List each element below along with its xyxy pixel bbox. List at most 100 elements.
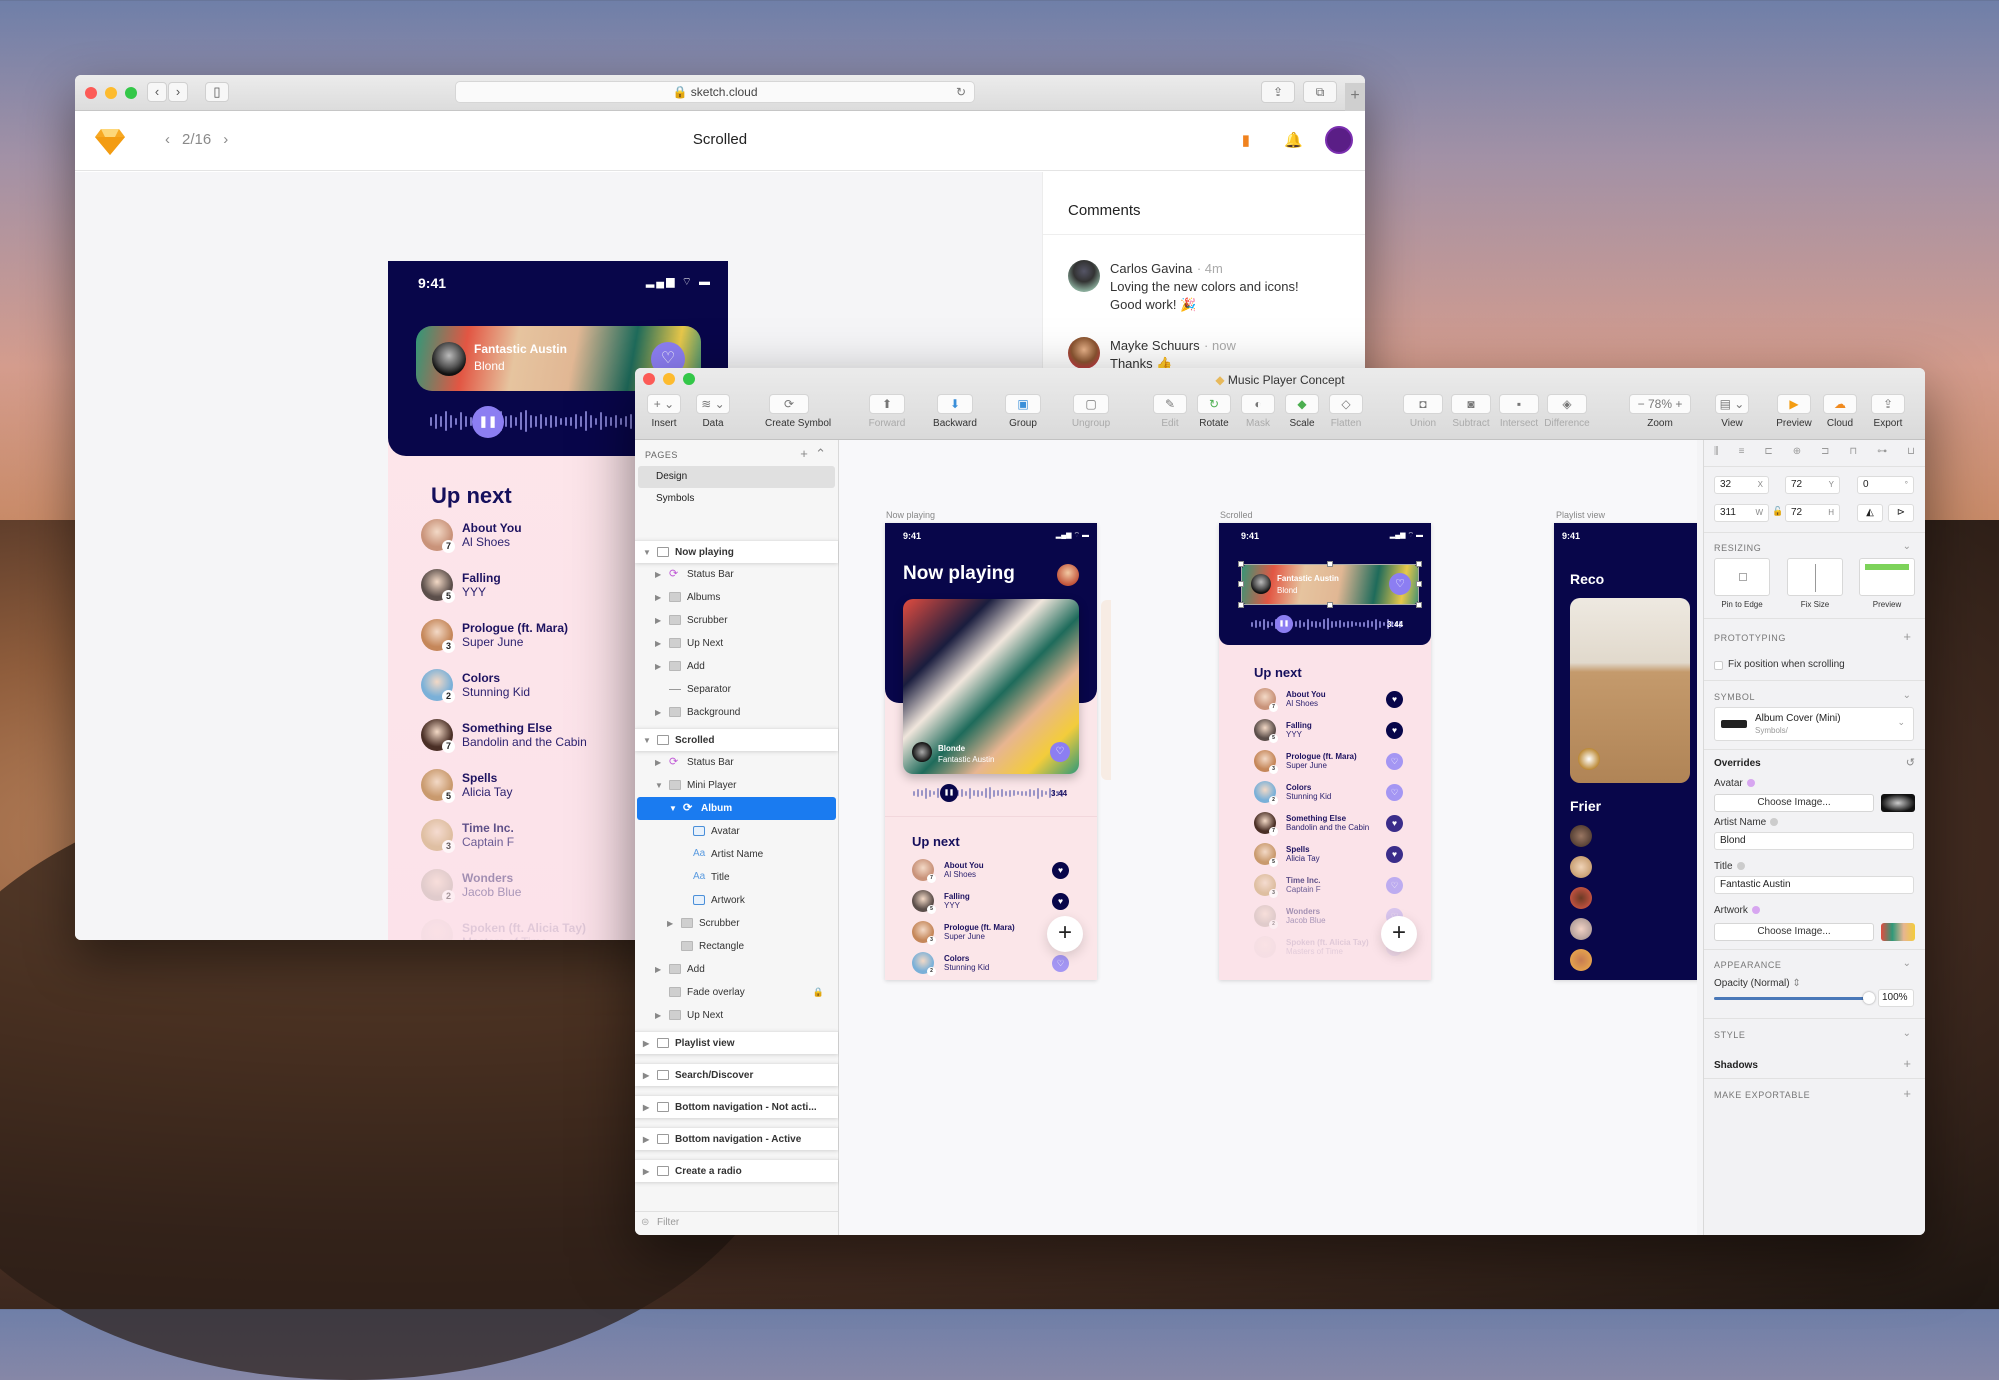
layer-row[interactable]: ▼ Mini Player xyxy=(635,774,838,797)
toolbar-flatten-button[interactable]: ◇ Flatten xyxy=(1325,394,1367,429)
resize-handle[interactable] xyxy=(1416,602,1422,608)
align-right-icon[interactable]: ⊐ xyxy=(1821,446,1829,457)
back-button[interactable]: ‹ xyxy=(147,82,167,102)
close-button[interactable] xyxy=(85,87,97,99)
like-heart-button[interactable]: ♡ xyxy=(1386,783,1403,801)
up-next-track[interactable]: 7 About You Al Shoes xyxy=(421,519,522,553)
align-top-icon[interactable]: ⊓ xyxy=(1849,446,1857,457)
disclosure-collapsed-icon[interactable]: ▶ xyxy=(655,701,661,724)
layer-row[interactable]: ▼ Scrolled xyxy=(635,728,838,751)
layer-row[interactable]: ▶ ⟳ Status Bar xyxy=(635,563,838,586)
add-prototyping-icon[interactable]: + xyxy=(1903,629,1911,644)
artist-name-input[interactable]: Blond xyxy=(1714,832,1914,850)
friend-avatar[interactable] xyxy=(1570,918,1592,940)
toolbar-zoom-button[interactable]: − 78% + Zoom xyxy=(1625,394,1695,429)
width-field[interactable]: 311 W xyxy=(1714,504,1769,522)
title-input[interactable]: Fantastic Austin xyxy=(1714,876,1914,894)
flip-horizontal-button[interactable]: ◭ xyxy=(1857,504,1883,522)
artboard-label-playlist[interactable]: Playlist view xyxy=(1556,510,1605,520)
flip-vertical-button[interactable]: ⊳ xyxy=(1888,504,1914,522)
forward-button[interactable]: › xyxy=(168,82,188,102)
resize-handle[interactable] xyxy=(1416,561,1422,567)
disclosure-collapsed-icon[interactable]: ▶ xyxy=(655,1004,661,1027)
toolbar-create-symbol-button[interactable]: ⟳ Create Symbol xyxy=(765,394,831,429)
liked-heart-button[interactable]: ♥ xyxy=(1386,721,1403,739)
reload-icon[interactable]: ↻ xyxy=(956,82,966,102)
disclosure-collapsed-icon[interactable]: ▶ xyxy=(655,609,661,632)
distribute-vertical-icon[interactable]: ≡ xyxy=(1739,446,1745,457)
toolbar-subtract-button[interactable]: ◙ Subtract xyxy=(1447,394,1495,429)
layer-row[interactable]: ▶ Bottom navigation - Active xyxy=(635,1127,838,1150)
disclosure-expanded-icon[interactable]: ▼ xyxy=(669,797,677,820)
toolbar-export-button[interactable]: ⇪ Export xyxy=(1867,394,1909,429)
up-next-track[interactable]: 5 Spells Alicia Tay xyxy=(421,769,512,803)
artboard-playlist-view[interactable]: 9:41 Reco Frier xyxy=(1554,523,1697,980)
toolbar-forward-button[interactable]: ⬆ Forward xyxy=(865,394,909,429)
maximize-button[interactable] xyxy=(125,87,137,99)
align-middle-icon[interactable]: ⊶ xyxy=(1877,446,1887,457)
like-heart-button[interactable]: ♡ xyxy=(1386,876,1403,894)
like-heart-button[interactable]: ♡ xyxy=(1386,752,1403,770)
add-page-icon[interactable]: + xyxy=(800,446,808,461)
distribute-horizontal-icon[interactable]: ⫼ xyxy=(1714,446,1719,457)
up-next-track[interactable]: 7 About You Al Shoes xyxy=(912,859,984,883)
pin-to-edge-control[interactable] xyxy=(1714,558,1770,596)
layer-row[interactable]: ▶ Create a radio xyxy=(635,1159,838,1182)
toolbar-rotate-button[interactable]: ↻ Rotate xyxy=(1193,394,1235,429)
waveform-scrubber[interactable] xyxy=(913,786,1063,800)
toolbar-scale-button[interactable]: ◆ Scale xyxy=(1281,394,1323,429)
up-next-track[interactable]: Spoken (ft. Alicia Tay)Masters of Time xyxy=(1254,936,1369,958)
layer-row[interactable]: Separator xyxy=(635,678,838,701)
layer-row[interactable]: Fade overlay 🔒 xyxy=(635,981,838,1004)
address-bar[interactable]: 🔒 sketch.cloud ↻ xyxy=(455,81,975,103)
toolbar-intersect-button[interactable]: ▪ Intersect xyxy=(1495,394,1543,429)
sidebar-toggle-button[interactable]: ▯ xyxy=(205,82,229,102)
liked-heart-button[interactable]: ♥ xyxy=(1386,814,1403,832)
layer-row[interactable]: Aa Title xyxy=(635,866,838,889)
add-shadow-icon[interactable]: + xyxy=(1903,1056,1911,1071)
opacity-slider-knob[interactable] xyxy=(1863,992,1875,1004)
liked-heart-button[interactable]: ♥ xyxy=(1052,861,1069,879)
liked-heart-button[interactable]: ♥ xyxy=(1386,845,1403,863)
layer-row[interactable]: Avatar xyxy=(635,820,838,843)
resize-handle[interactable] xyxy=(1327,561,1333,567)
up-next-track[interactable]: 2 Wonders Jacob Blue xyxy=(421,869,521,903)
opacity-slider[interactable] xyxy=(1714,992,1875,1004)
disclosure-collapsed-icon[interactable]: ▶ xyxy=(655,958,661,981)
liked-heart-button[interactable]: ♥ xyxy=(1386,690,1403,708)
artboard-scrolled[interactable]: 9:41 ▂▄▆ ⌔ ▬ Fantastic Austin Blond ♡ ❚❚… xyxy=(1219,523,1431,980)
disclosure-collapsed-icon[interactable]: ▶ xyxy=(655,632,661,655)
add-button[interactable]: + xyxy=(1047,916,1083,952)
up-next-track[interactable]: 7 Something Else Bandolin and the Cabin xyxy=(421,719,587,753)
layer-row[interactable]: ▶ Playlist view xyxy=(635,1031,838,1054)
layer-row[interactable]: Aa Artist Name xyxy=(635,843,838,866)
opacity-blend-select[interactable]: Opacity (Normal) ⇕ xyxy=(1714,978,1801,989)
toolbar-edit-button[interactable]: ✎ Edit xyxy=(1149,394,1191,429)
up-next-track[interactable]: 3 Prologue (ft. Mara) Super June xyxy=(421,619,568,653)
friend-avatar[interactable] xyxy=(1570,949,1592,971)
page-item-symbols[interactable]: Symbols xyxy=(638,488,835,510)
lock-icon[interactable]: 🔒 xyxy=(813,981,824,1004)
up-next-track[interactable]: 5 Falling YYY xyxy=(421,569,501,603)
height-field[interactable]: 72 H xyxy=(1785,504,1840,522)
layer-row[interactable]: ▶ Add xyxy=(635,655,838,678)
resize-handle[interactable] xyxy=(1238,602,1244,608)
friend-avatar[interactable] xyxy=(1570,825,1592,847)
lock-ratio-icon[interactable]: 🔓 xyxy=(1772,506,1783,517)
layer-row[interactable]: ▼ ⟳ Album xyxy=(637,797,836,820)
artboard-now-playing[interactable]: 9:41 ▂▄▆ ⌔ ▬ Now playing Blonde Fantasti… xyxy=(885,523,1097,980)
opacity-input[interactable]: 100% xyxy=(1878,989,1914,1007)
disclosure-collapsed-icon[interactable]: ▶ xyxy=(643,1032,649,1054)
album-like-button[interactable]: ♡ xyxy=(1050,742,1070,762)
layer-row[interactable]: ▶ Up Next xyxy=(635,632,838,655)
up-next-track[interactable]: 7 About You Al Shoes xyxy=(1254,688,1326,712)
add-export-icon[interactable]: + xyxy=(1903,1086,1911,1101)
playlist-cover[interactable] xyxy=(1570,598,1690,783)
reset-overrides-icon[interactable]: ↺ xyxy=(1906,756,1915,769)
disclosure-collapsed-icon[interactable]: ▶ xyxy=(643,1128,649,1150)
collapse-pages-icon[interactable]: ⌃ xyxy=(815,446,826,461)
design-canvas[interactable]: Now playing 9:41 ▂▄▆ ⌔ ▬ Now playing Blo… xyxy=(839,440,1697,1235)
artboard-label-now-playing[interactable]: Now playing xyxy=(886,510,935,520)
disclosure-collapsed-icon[interactable]: ▶ xyxy=(667,912,673,935)
disclosure-collapsed-icon[interactable]: ▶ xyxy=(655,563,661,586)
